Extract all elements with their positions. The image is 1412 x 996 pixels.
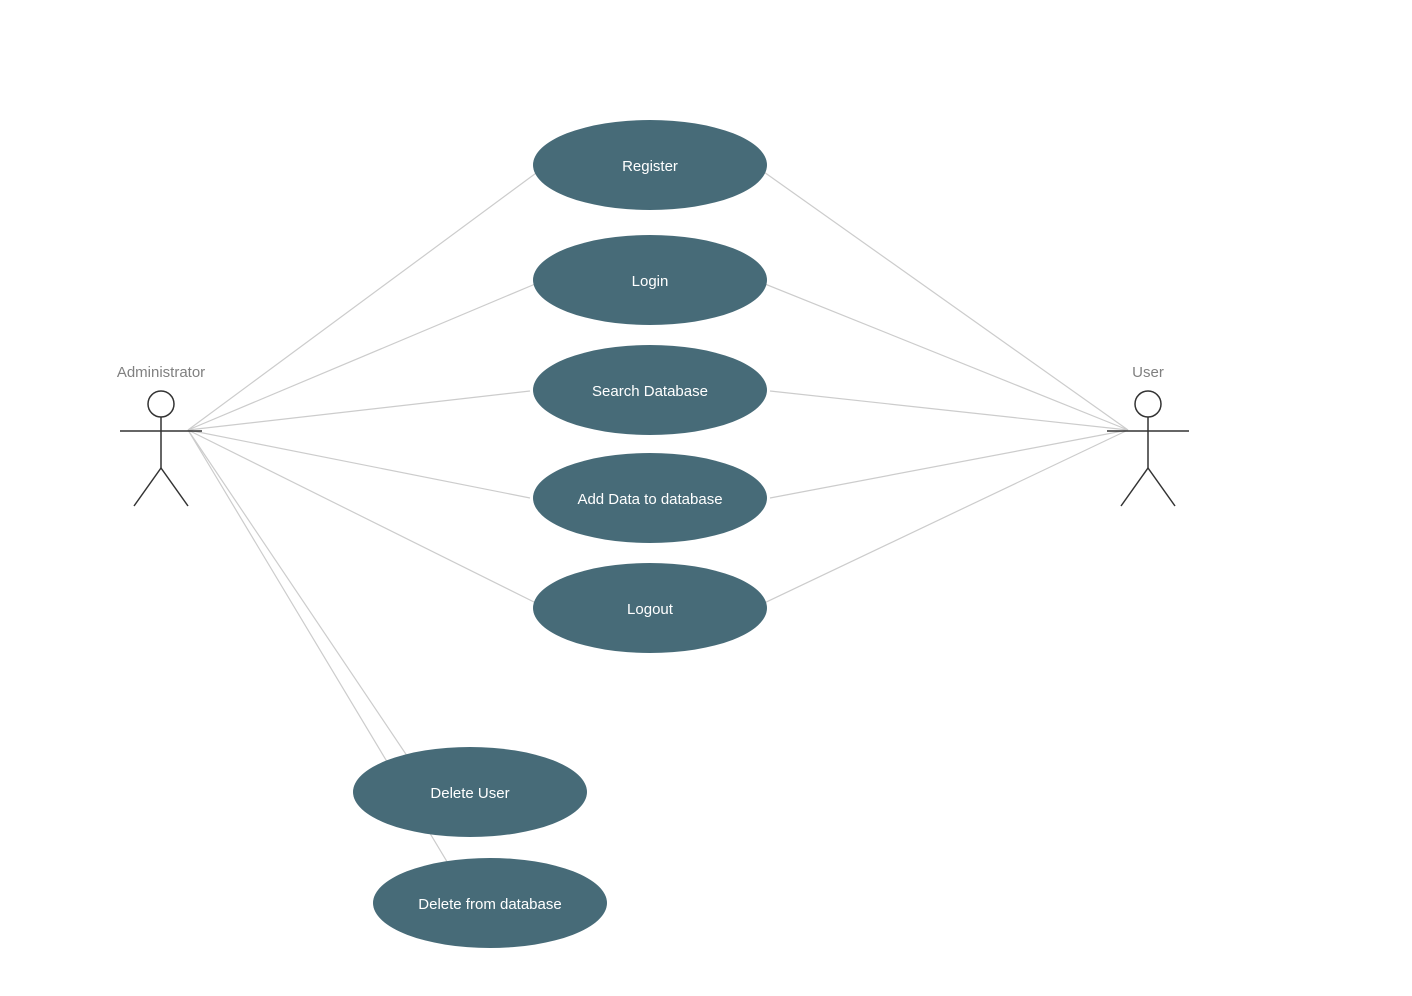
connector-admin-search [188,391,530,430]
usecase-login-label: Login [632,273,669,290]
connector-user-register [754,165,1128,430]
use-case-diagram: Register Login Search Database Add Data … [0,0,1412,996]
connector-admin-adddata [188,430,530,498]
connector-user-logout [760,430,1128,605]
actor-admin-head-icon [148,391,174,417]
actor-admin-label: Administrator [117,364,205,381]
usecase-login: Login [533,235,767,325]
actor-user: User [1107,364,1189,506]
usecase-delfromdb-label: Delete from database [418,896,561,913]
connector-admin-deluser [188,430,430,790]
usecase-adddata-label: Add Data to database [577,491,722,508]
usecase-search: Search Database [533,345,767,435]
usecase-delfromdb: Delete from database [373,858,607,948]
connector-user-adddata [770,430,1128,498]
connector-user-search [770,391,1128,430]
actor-user-leg-left-icon [1121,468,1148,506]
usecase-deluser: Delete User [353,747,587,837]
usecase-register: Register [533,120,767,210]
actor-admin-leg-left-icon [134,468,161,506]
actor-user-leg-right-icon [1148,468,1175,506]
actor-user-label: User [1132,364,1164,381]
usecase-deluser-label: Delete User [430,785,509,802]
connector-user-login [760,282,1128,430]
actor-admin-leg-right-icon [161,468,188,506]
connector-admin-register [188,165,547,430]
usecase-adddata: Add Data to database [533,453,767,543]
usecase-logout-label: Logout [627,601,674,618]
actor-user-head-icon [1135,391,1161,417]
usecase-logout: Logout [533,563,767,653]
usecase-search-label: Search Database [592,383,708,400]
usecase-register-label: Register [622,158,678,175]
connector-admin-login [188,282,540,430]
